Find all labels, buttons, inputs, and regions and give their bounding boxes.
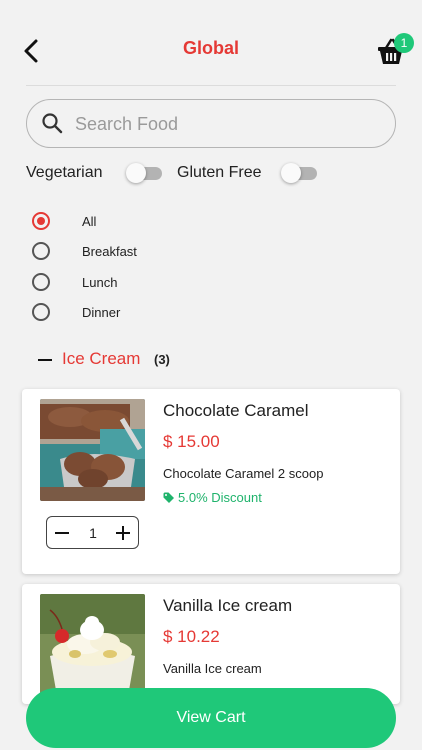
category-name[interactable]: Ice Cream [62, 349, 140, 369]
radio-label: Breakfast [82, 244, 137, 259]
discount-badge: 5.0% Discount [163, 490, 262, 505]
radio-breakfast[interactable]: Breakfast [30, 240, 230, 264]
header-divider [26, 85, 396, 86]
gluten-free-toggle[interactable] [281, 163, 319, 183]
radio-unselected-icon [32, 303, 50, 321]
food-price: $ 15.00 [163, 432, 220, 451]
cart-count-badge: 1 [394, 33, 414, 53]
radio-selected-icon [32, 212, 50, 230]
radio-unselected-icon [32, 273, 50, 291]
vegetarian-label: Vegetarian [26, 164, 103, 181]
food-description: Vanilla Ice cream [163, 661, 262, 676]
category-count: (3) [154, 352, 170, 367]
radio-label: All [82, 214, 97, 229]
quantity-value: 1 [89, 525, 97, 541]
radio-label: Lunch [82, 275, 118, 290]
food-name: Chocolate Caramel [163, 401, 309, 420]
discount-text: 5.0% Discount [178, 490, 262, 505]
gluten-free-label: Gluten Free [177, 164, 262, 181]
radio-all[interactable]: All [30, 210, 230, 234]
quantity-stepper: 1 [46, 516, 139, 549]
radio-label: Dinner [82, 305, 121, 320]
food-name: Vanilla Ice cream [163, 596, 293, 615]
food-price: $ 10.22 [163, 627, 220, 646]
header-bar: Global 1 [0, 0, 422, 86]
radio-lunch[interactable]: Lunch [30, 271, 230, 295]
search-field[interactable] [26, 99, 396, 148]
plus-icon[interactable] [114, 524, 132, 542]
food-description: Chocolate Caramel 2 scoop [163, 466, 324, 481]
category-header: Ice Cream (3) [36, 348, 336, 372]
radio-unselected-icon [32, 242, 50, 260]
collapse-minus-icon[interactable] [38, 359, 52, 361]
page-title: Global [182, 38, 239, 58]
search-input[interactable] [75, 110, 375, 138]
radio-dinner[interactable]: Dinner [30, 301, 230, 325]
food-card[interactable]: Vanilla Ice cream $ 10.22 Vanilla Ice cr… [22, 584, 400, 704]
food-card[interactable]: Chocolate Caramel $ 15.00 Chocolate Cara… [22, 389, 400, 574]
view-cart-button[interactable]: View Cart [26, 688, 396, 748]
food-image-vanilla-ice-cream [40, 594, 145, 696]
vegetarian-toggle[interactable] [126, 163, 164, 183]
tag-icon [163, 492, 174, 503]
minus-icon[interactable] [53, 524, 71, 542]
food-image-chocolate-ice-cream [40, 399, 145, 501]
search-icon [42, 113, 63, 134]
